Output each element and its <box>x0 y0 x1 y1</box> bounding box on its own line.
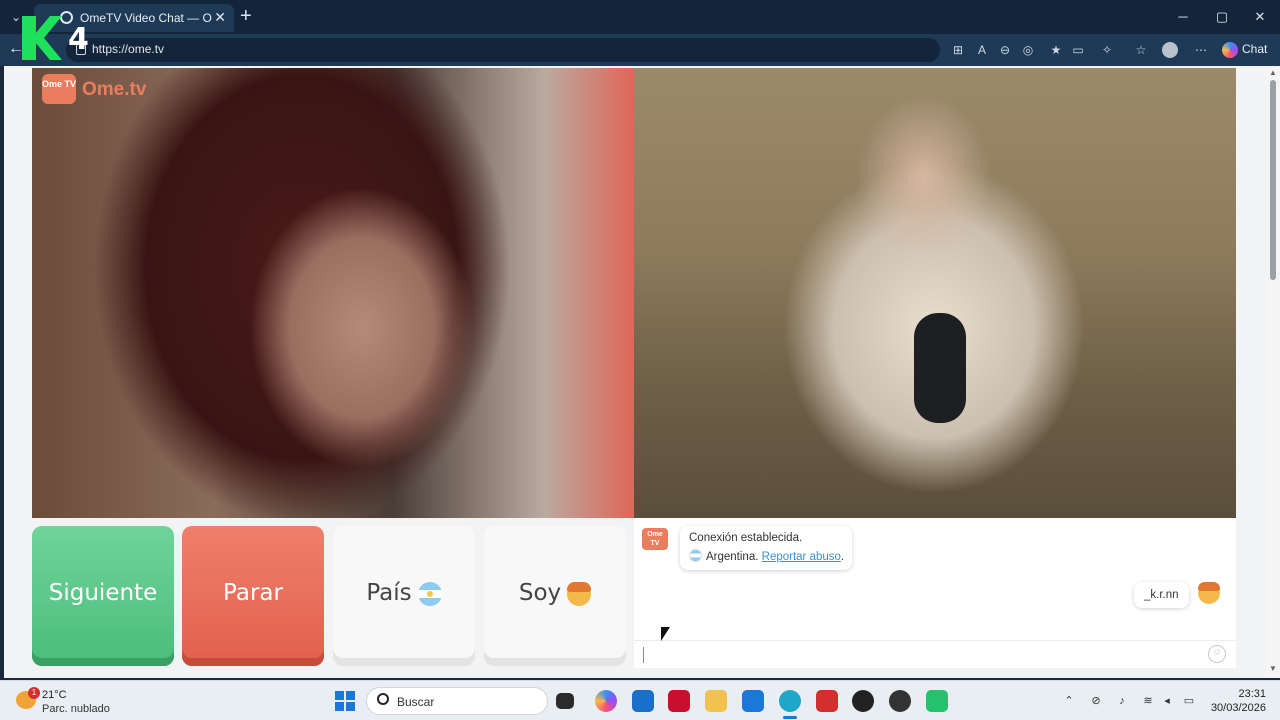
microphone-icon[interactable]: ♪ <box>1115 694 1129 708</box>
camera-icon[interactable]: ▭ <box>1070 42 1086 58</box>
system-message: Conexión establecida. Argentina. Reporta… <box>680 526 852 570</box>
chat-input-field[interactable]: ☺ <box>634 640 1236 668</box>
more-menu-icon[interactable]: ⋯ <box>1193 42 1209 58</box>
ometv-chat-avatar: Ome TV <box>642 528 668 550</box>
edge-browser-icon[interactable] <box>779 690 801 719</box>
store-icon[interactable] <box>632 690 654 712</box>
extensions-icon[interactable]: ✧ <box>1099 42 1115 58</box>
favorite-star-icon[interactable]: ★ <box>1048 42 1064 58</box>
channel-watermark-logo: 4 <box>22 16 94 60</box>
scroll-thumb[interactable] <box>1270 80 1276 280</box>
taskbar-search[interactable]: Buscar <box>366 687 548 715</box>
recorder-app-icon[interactable] <box>889 690 911 712</box>
stranger-video: Ome TV Ome.tv <box>32 68 634 518</box>
l-app-icon[interactable] <box>816 690 838 712</box>
page-scrollbar[interactable]: ▲ ▼ <box>1266 66 1280 678</box>
maximize-window-icon[interactable]: ▢ <box>1212 7 1232 27</box>
profile-avatar[interactable] <box>1162 42 1178 58</box>
reader-icon[interactable]: ◎ <box>1020 42 1036 58</box>
user-boy-avatar-icon <box>1198 582 1220 604</box>
user-chat-message: _k.r.nn <box>1134 582 1189 608</box>
clock-date: 30/03/2026 <box>1210 702 1266 714</box>
copilot-app-icon[interactable] <box>595 690 617 712</box>
argentina-flag-small-icon <box>689 549 702 562</box>
copilot-chat-button[interactable]: Chat <box>1222 42 1267 60</box>
media-player-icon[interactable] <box>852 690 874 712</box>
country-filter-button[interactable]: País <box>333 526 475 666</box>
outlook-icon[interactable] <box>742 690 764 712</box>
stop-button[interactable]: Parar <box>182 526 324 666</box>
battery-icon[interactable]: ▭ <box>1182 694 1196 708</box>
scroll-up-icon[interactable]: ▲ <box>1268 68 1278 77</box>
ometv-wordmark: Ome.tv <box>82 79 147 100</box>
microphone-in-video <box>914 313 966 423</box>
weather-description: Parc. nublado <box>42 703 110 715</box>
wifi-icon[interactable]: ≋ <box>1141 694 1155 708</box>
next-label: Siguiente <box>48 580 158 606</box>
favorites-icon[interactable]: ☆ <box>1133 42 1149 58</box>
volume-icon[interactable]: ◂ <box>1160 694 1174 708</box>
next-button[interactable]: Siguiente <box>32 526 174 666</box>
gender-label: Soy <box>518 580 562 606</box>
apps-grid-icon[interactable]: ⊞ <box>950 42 966 58</box>
chat-app-icon[interactable] <box>926 690 948 712</box>
chat-panel: Ome TV Conexión establecida. Argentina. … <box>634 518 1236 668</box>
tray-chevron-up-icon[interactable]: ⌃ <box>1062 694 1076 708</box>
watermark-number: 4 <box>68 22 89 57</box>
mcafee-icon[interactable] <box>668 690 690 712</box>
copilot-icon <box>1222 42 1238 58</box>
copilot-label: Chat <box>1242 42 1268 57</box>
mouse-cursor-icon <box>661 627 670 641</box>
text-caret <box>643 647 644 663</box>
argentina-flag-icon <box>417 581 442 606</box>
new-tab-button[interactable]: + <box>240 6 252 26</box>
address-toolbar: ← https://ome.tv ⊞ A ⊖ ◎ ★ ▭ ✧ ☆ ⋯ Chat <box>0 34 1280 66</box>
boy-emoji-icon <box>567 581 592 606</box>
browser-tab-bar: ⌄ OmeTV Video Chat — Omegle ✕ + ─ ▢ ✕ <box>0 0 1280 34</box>
file-explorer-icon[interactable] <box>705 690 727 712</box>
stranger-country: Argentina. <box>706 551 759 563</box>
url-field[interactable]: https://ome.tv <box>66 38 940 62</box>
self-video <box>634 68 1236 518</box>
system-clock[interactable]: 23:31 30/03/2026 <box>1210 687 1266 715</box>
temperature: 21°C <box>42 689 67 701</box>
search-placeholder: Buscar <box>397 695 435 709</box>
search-icon <box>377 693 389 705</box>
scroll-down-icon[interactable]: ▼ <box>1268 664 1278 673</box>
minimize-window-icon[interactable]: ─ <box>1173 7 1193 27</box>
close-tab-icon[interactable]: ✕ <box>214 9 226 26</box>
connection-status-text: Conexión establecida. <box>689 532 803 544</box>
start-windows-icon[interactable] <box>335 691 355 711</box>
close-window-icon[interactable]: ✕ <box>1250 7 1270 27</box>
weather-badge: 1 <box>28 687 40 699</box>
clock-time: 23:31 <box>1238 688 1266 700</box>
stop-label: Parar <box>223 580 283 606</box>
task-view-icon[interactable] <box>556 693 574 709</box>
watermark-k-shape <box>22 16 62 60</box>
tab-title: OmeTV Video Chat — Omegle <box>80 11 212 25</box>
translate-icon[interactable]: A <box>974 42 990 58</box>
report-period: . <box>840 551 845 563</box>
gender-select-button[interactable]: Soy <box>484 526 626 666</box>
windows-taskbar: 1 21°C Parc. nublado Buscar ⌃ ⊘ ♪ ≋ ◂ ▭ … <box>0 680 1280 720</box>
country-label: País <box>366 580 412 606</box>
url-text: https://ome.tv <box>92 42 165 56</box>
ometv-badge: Ome TV <box>42 74 76 104</box>
report-abuse-link[interactable]: Reportar abuso <box>762 551 841 563</box>
emoji-smiley-icon[interactable]: ☺ <box>1208 645 1226 663</box>
tray-app-icon[interactable]: ⊘ <box>1089 694 1103 708</box>
zoom-icon[interactable]: ⊖ <box>997 42 1013 58</box>
